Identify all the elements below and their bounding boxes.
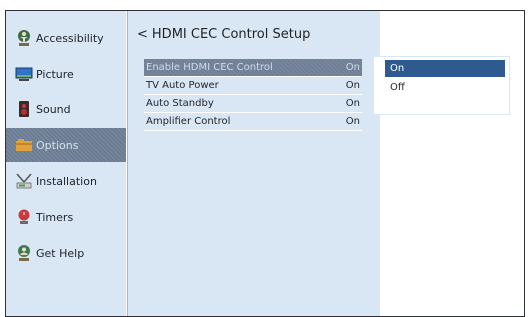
setting-label: Enable HDMI CEC Control bbox=[146, 62, 273, 73]
sidebar-item-label: Get Help bbox=[36, 246, 85, 260]
setting-label: TV Auto Power bbox=[146, 80, 219, 91]
dropdown-option-on[interactable]: On bbox=[385, 60, 505, 77]
help-icon bbox=[15, 244, 33, 262]
sidebar-item-label: Options bbox=[36, 138, 79, 152]
sidebar-item-label: Accessibility bbox=[36, 31, 104, 45]
page-title-text: HDMI CEC Control Setup bbox=[151, 27, 311, 42]
sidebar-item-options[interactable]: Options bbox=[6, 128, 126, 162]
speaker-icon bbox=[15, 100, 33, 118]
picture-icon bbox=[15, 65, 33, 83]
setting-row-enable-hdmi-cec[interactable]: Enable HDMI CEC Control On bbox=[144, 59, 362, 77]
sidebar-item-label: Picture bbox=[36, 67, 74, 81]
sidebar-item-picture[interactable]: Picture bbox=[6, 57, 126, 91]
main-panel: < HDMI CEC Control Setup Enable HDMI CEC… bbox=[127, 11, 380, 316]
sidebar-item-label: Timers bbox=[36, 210, 74, 224]
tv-menu-frame: Accessibility Picture Sound Options Inst… bbox=[5, 10, 525, 317]
options-icon bbox=[15, 136, 33, 154]
setting-value: On bbox=[345, 116, 360, 127]
timer-icon bbox=[15, 208, 33, 226]
sidebar-item-label: Installation bbox=[36, 174, 97, 188]
setting-row-tv-auto-power[interactable]: TV Auto Power On bbox=[144, 77, 362, 95]
accessibility-icon bbox=[15, 29, 33, 47]
sidebar-item-label: Sound bbox=[36, 102, 71, 116]
sidebar-item-installation[interactable]: Installation bbox=[6, 164, 126, 198]
back-icon[interactable]: < bbox=[137, 27, 148, 42]
sidebar-item-get-help[interactable]: Get Help bbox=[6, 236, 126, 270]
setting-label: Auto Standby bbox=[146, 98, 214, 109]
setting-value: On bbox=[345, 80, 360, 91]
sidebar: Accessibility Picture Sound Options Inst… bbox=[6, 11, 126, 316]
setting-label: Amplifier Control bbox=[146, 116, 231, 127]
setting-value: On bbox=[345, 98, 360, 109]
setting-value: On bbox=[345, 62, 360, 73]
sidebar-item-accessibility[interactable]: Accessibility bbox=[6, 21, 126, 55]
page-title: < HDMI CEC Control Setup bbox=[137, 27, 310, 42]
dropdown-option-off[interactable]: Off bbox=[385, 79, 505, 96]
antenna-icon bbox=[15, 172, 33, 190]
value-dropdown: On Off bbox=[373, 56, 510, 115]
setting-row-amplifier-control[interactable]: Amplifier Control On bbox=[144, 113, 362, 131]
sidebar-item-sound[interactable]: Sound bbox=[6, 92, 126, 126]
sidebar-item-timers[interactable]: Timers bbox=[6, 200, 126, 234]
setting-row-auto-standby[interactable]: Auto Standby On bbox=[144, 95, 362, 113]
